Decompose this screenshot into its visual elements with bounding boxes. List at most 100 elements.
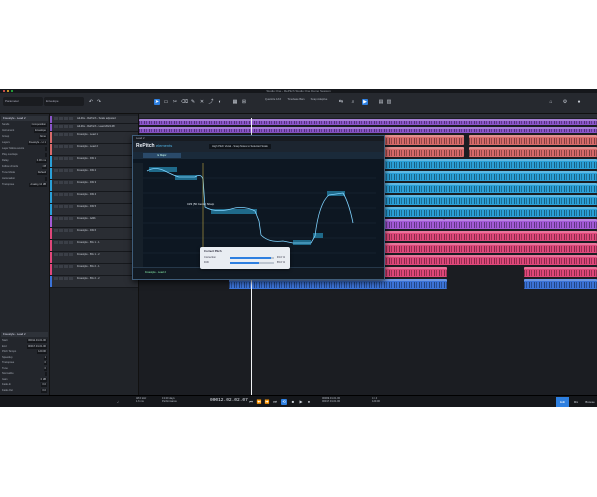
record-arm-button[interactable]	[64, 181, 68, 184]
mute-button[interactable]	[54, 125, 58, 128]
mute-button[interactable]	[54, 117, 58, 120]
rewind-start-icon[interactable]: ⏮	[248, 399, 254, 405]
paint-tool-icon[interactable]: ✎	[190, 99, 196, 105]
track-name[interactable]: Ad-libs - RePitch - Lead 2024-08	[77, 125, 115, 128]
track-header[interactable]: Freestyle - Dbl 6	[50, 228, 138, 240]
audio-event[interactable]	[384, 207, 597, 217]
lane-icon[interactable]: ▥	[386, 99, 392, 105]
solo-button[interactable]	[59, 277, 63, 280]
inspector-row-value[interactable]	[45, 147, 47, 151]
solo-button[interactable]	[59, 265, 63, 268]
track-name[interactable]: Freestyle - Lead 2	[77, 145, 98, 148]
record-icon[interactable]: ●	[306, 399, 312, 405]
monitor-button[interactable]	[69, 181, 73, 184]
snap-icon[interactable]: ⊞	[241, 99, 247, 105]
record-arm-button[interactable]	[64, 117, 68, 120]
meter-tempo[interactable]: 4 / 4 120.00	[372, 397, 380, 407]
event-row-value[interactable]: 0	[43, 366, 47, 371]
monitor-button[interactable]	[69, 241, 73, 244]
record-arm-button[interactable]	[64, 265, 68, 268]
redo-icon[interactable]: ↷	[96, 99, 102, 105]
record-arm-button[interactable]	[64, 125, 68, 128]
solo-button[interactable]	[59, 253, 63, 256]
event-row-value[interactable]: 120.00	[37, 350, 47, 354]
record-arm-button[interactable]	[64, 169, 68, 172]
follow-icon[interactable]: ▶	[362, 99, 368, 105]
inspector-row[interactable]: Follow chords Off	[2, 165, 47, 169]
inspector-row-value[interactable]: None	[38, 135, 47, 139]
mix-tab[interactable]: Mix	[570, 397, 582, 407]
loop-icon[interactable]: ⟲	[281, 399, 287, 405]
fast-forward-icon[interactable]: ⏩	[264, 399, 270, 405]
quantize-setting[interactable]: Quantize 1/16	[262, 98, 284, 101]
inspector-row[interactable]: Tune Mode Default	[2, 171, 47, 175]
track-name[interactable]: Freestyle - Dbl 3	[77, 181, 96, 184]
event-row[interactable]: Transpose 0	[2, 361, 47, 365]
mute-button[interactable]	[54, 229, 58, 232]
inspector-row-value[interactable]: Default	[36, 171, 47, 175]
edit-tab[interactable]: Edit	[556, 397, 569, 407]
event-row-value[interactable]: 00017.01.01.00	[26, 344, 47, 349]
track-header[interactable]: Ad-libs - RePitch - Scale adjusted	[50, 116, 138, 124]
account-icon[interactable]: ●	[576, 99, 582, 105]
inspector-row[interactable]: Layers Freestyle - Lt 1	[2, 141, 47, 145]
monitor-button[interactable]	[69, 169, 73, 172]
track-name[interactable]: Freestyle - BG 1 - 1	[77, 241, 100, 244]
event-row[interactable]: Pitch Tempo 120.00	[2, 350, 47, 354]
event-row[interactable]: Tune 0	[2, 366, 47, 371]
audio-event[interactable]	[384, 159, 597, 169]
monitor-button[interactable]	[69, 145, 73, 148]
eraser-tool-icon[interactable]: ⌫	[181, 99, 188, 105]
track-header[interactable]: Freestyle - Dbl 3	[50, 180, 138, 192]
stop-icon[interactable]: ■	[290, 399, 296, 405]
record-arm-button[interactable]	[64, 145, 68, 148]
mute-button[interactable]	[54, 157, 58, 160]
track-name[interactable]: Freestyle - Dbl 5	[77, 205, 96, 208]
parameter-select[interactable]: Parameter	[3, 97, 43, 106]
track-header[interactable]: Freestyle - BG 2 - 1	[50, 264, 138, 276]
event-row-value[interactable]: 1	[43, 355, 47, 360]
home-icon[interactable]: ⌂	[548, 99, 554, 105]
drift-row[interactable]: Drift 65.0 %	[204, 261, 288, 264]
mute-button[interactable]	[54, 205, 58, 208]
monitor-button[interactable]	[69, 193, 73, 196]
preset-select[interactable]: High Pitch Vocal - Snap Notes to Selecte…	[209, 144, 271, 149]
metronome-icon[interactable]: ♩	[116, 399, 122, 405]
zoom-icon[interactable]: ⌕	[350, 99, 356, 105]
audio-event[interactable]	[139, 119, 597, 125]
inspector-row[interactable]: Automation	[2, 177, 47, 181]
solo-button[interactable]	[59, 193, 63, 196]
mute-button[interactable]	[54, 265, 58, 268]
event-row[interactable]: Speedup 1	[2, 355, 47, 360]
correction-slider[interactable]	[230, 257, 274, 259]
track-name[interactable]: Freestyle - Adlib	[77, 217, 96, 220]
pitch-note-block[interactable]	[293, 240, 311, 245]
record-arm-button[interactable]	[64, 253, 68, 256]
time-display[interactable]: 00012.02.02.07	[210, 398, 248, 403]
track-name[interactable]: Freestyle - BG 2 - 2	[77, 277, 100, 280]
pitch-note-block[interactable]	[211, 209, 257, 214]
track-header[interactable]: Freestyle - Dbl 5	[50, 204, 138, 216]
rewind-icon[interactable]: ⏪	[256, 399, 262, 405]
drift-slider[interactable]	[230, 262, 274, 264]
mute-button[interactable]	[54, 277, 58, 280]
event-row-value[interactable]	[45, 372, 47, 376]
track-header[interactable]: Freestyle - BG 1 - 1	[50, 240, 138, 252]
solo-button[interactable]	[59, 217, 63, 220]
inspector-row[interactable]: Sends Composition	[2, 123, 47, 127]
inspector-row-value[interactable]: Analog 12 dB	[29, 183, 47, 187]
mute-button[interactable]	[54, 253, 58, 256]
settings-icon[interactable]: ⚙	[562, 99, 568, 105]
track-header[interactable]: Freestyle - Lead 2	[50, 144, 138, 156]
inspector-row-value[interactable]: 0.00 ms	[35, 159, 47, 163]
browse-tab[interactable]: Browse	[583, 397, 597, 407]
bend-tool-icon[interactable]: ⤴	[208, 99, 214, 105]
audio-event[interactable]	[384, 183, 597, 193]
auto-scroll-icon[interactable]: ⇆	[338, 99, 344, 105]
solo-button[interactable]	[59, 169, 63, 172]
grid-icon[interactable]: ▦	[232, 99, 238, 105]
audio-event[interactable]	[229, 279, 447, 289]
inspector-row-value[interactable]	[45, 177, 47, 181]
audio-event[interactable]	[469, 135, 597, 145]
inspector-row-value[interactable]	[45, 153, 47, 157]
